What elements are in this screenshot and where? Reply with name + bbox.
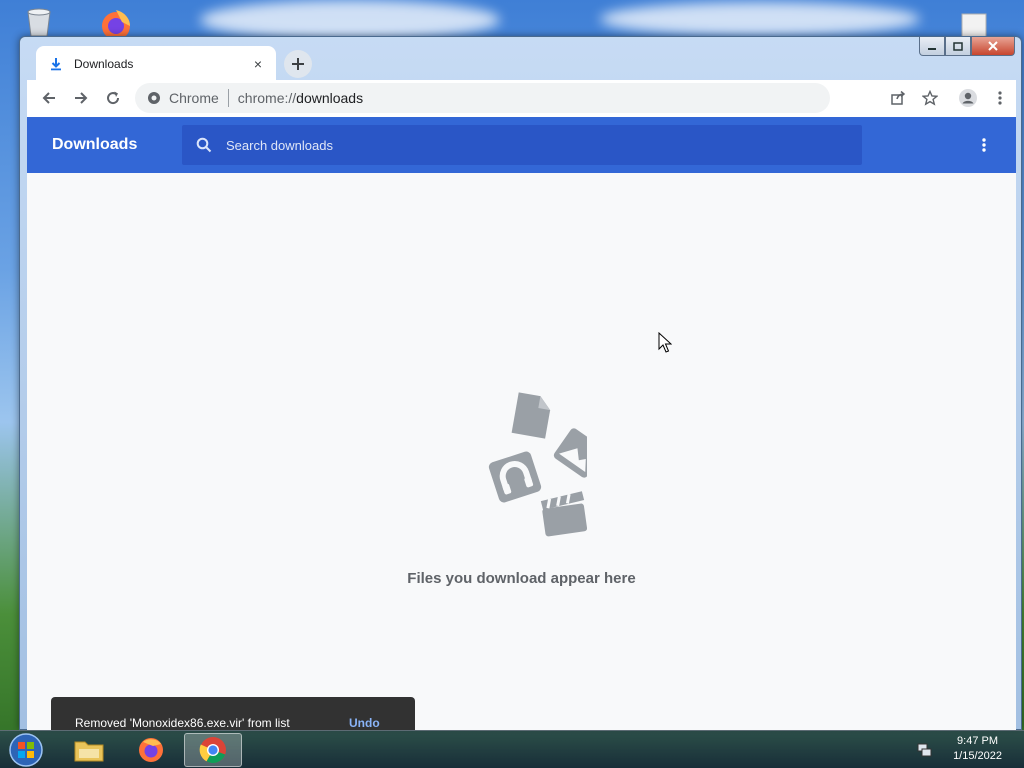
site-label: Chrome <box>169 90 219 106</box>
back-button[interactable] <box>33 82 65 114</box>
url-path: downloads <box>296 90 364 106</box>
taskbar: 9:47 PM 1/15/2022 <box>0 730 1024 768</box>
browser-toolbar: Chrome chrome://downloads <box>27 80 1016 117</box>
taskbar-explorer-button[interactable] <box>60 733 118 767</box>
search-icon <box>196 137 212 153</box>
image-icon <box>553 428 587 478</box>
empty-state-message: Files you download appear here <box>407 570 636 587</box>
more-vert-icon <box>998 91 1002 105</box>
network-tray-icon[interactable] <box>916 741 932 757</box>
toast-message: Removed 'Monoxidex86.exe.vir' from list <box>75 716 290 730</box>
download-icon <box>51 57 61 70</box>
share-button[interactable] <box>882 82 914 114</box>
chrome-icon <box>199 737 226 764</box>
folder-icon <box>74 741 104 762</box>
start-button[interactable] <box>6 732 46 768</box>
star-icon <box>922 90 938 106</box>
taskbar-firefox-button[interactable] <box>122 733 180 767</box>
address-bar[interactable]: Chrome chrome://downloads <box>135 83 830 113</box>
reload-icon <box>107 91 120 105</box>
chrome-logo-icon <box>148 92 160 104</box>
tab-title: Downloads <box>74 56 134 71</box>
file-icon <box>511 392 551 439</box>
new-tab-button[interactable] <box>284 50 312 78</box>
firefox-icon <box>139 738 163 762</box>
system-clock[interactable]: 9:47 PM 1/15/2022 <box>953 734 1002 764</box>
address-separator <box>227 89 229 107</box>
video-icon <box>540 491 587 537</box>
recycle-bin-icon[interactable] <box>22 6 56 38</box>
bookmark-button[interactable] <box>914 82 946 114</box>
more-vert-icon <box>982 138 986 152</box>
arrow-right-icon <box>75 92 88 104</box>
mouse-cursor-icon <box>658 332 672 353</box>
search-input[interactable] <box>226 137 826 153</box>
undo-button[interactable]: Undo <box>349 716 380 730</box>
removed-toast: Removed 'Monoxidex86.exe.vir' from list … <box>51 697 415 730</box>
forward-button[interactable] <box>65 82 97 114</box>
reload-button[interactable] <box>97 82 129 114</box>
clock-date: 1/15/2022 <box>953 750 1002 762</box>
arrow-left-icon <box>42 92 55 104</box>
tab-strip: Downloads × <box>28 41 1008 83</box>
url-scheme: chrome:// <box>237 90 297 106</box>
chrome-window: Downloads × Chrome chrome://downloads Do… <box>19 36 1022 730</box>
search-box[interactable] <box>182 125 862 165</box>
downloads-header: Downloads <box>27 117 1016 173</box>
page-title: Downloads <box>52 136 138 153</box>
tab-downloads[interactable]: Downloads × <box>36 46 276 81</box>
downloads-menu-button[interactable] <box>974 135 994 155</box>
clock-time: 9:47 PM <box>957 735 999 747</box>
plus-icon <box>292 58 304 70</box>
tab-close-button[interactable]: × <box>250 56 266 72</box>
avatar-icon <box>959 89 977 107</box>
taskbar-chrome-button[interactable] <box>184 733 242 767</box>
empty-downloads-illustration <box>488 392 587 537</box>
toolbar-right-actions <box>882 82 1016 114</box>
firefox-desktop-icon[interactable] <box>94 6 138 40</box>
share-icon <box>891 90 906 105</box>
audio-icon <box>488 451 542 503</box>
downloads-page: Downloads Search downloads Files you dow… <box>27 117 1016 730</box>
chrome-menu-button[interactable] <box>984 82 1016 114</box>
profile-button[interactable] <box>952 82 984 114</box>
